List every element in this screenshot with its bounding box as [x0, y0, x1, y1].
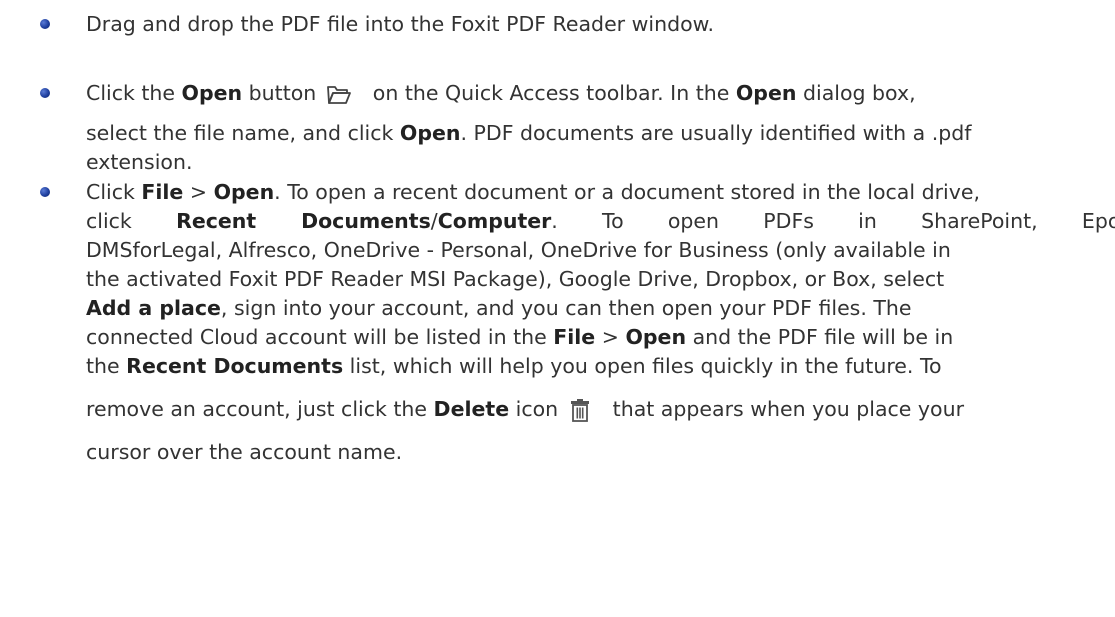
text-run: . PDF documents are usually identified w…: [460, 121, 972, 145]
text-run: dialog box,: [796, 81, 916, 105]
text-run: that appears when you place your: [606, 397, 965, 421]
bold-add-a-place: Add a place: [86, 296, 221, 320]
text-run: Click: [86, 180, 142, 204]
bullet-2-line-2: select the file name, and click Open. PD…: [86, 119, 972, 147]
bold-open: Open: [735, 81, 797, 105]
text-run: /: [430, 209, 438, 233]
text-run: cursor over the account name.: [86, 440, 403, 464]
text-run: >: [183, 180, 214, 204]
bullet-3-line-1: Click File > Open. To open a recent docu…: [86, 178, 980, 206]
bold-recent-documents: Recent Documents: [126, 354, 344, 378]
text-run: . To open a recent document or a documen…: [274, 180, 980, 204]
bold-open: Open: [399, 121, 461, 145]
bullet-3-line-8: remove an account, just click the Delete…: [86, 395, 964, 429]
text-run: remove an account, just click the: [86, 397, 434, 421]
bullet-2-line-3: extension.: [86, 148, 192, 176]
text-run: , sign into your account, and you can th…: [220, 296, 912, 320]
text-run: icon: [509, 397, 559, 421]
bullet-3-line-5: Add a place, sign into your account, and…: [86, 294, 912, 322]
text-run: the activated Foxit PDF Reader MSI Packa…: [86, 267, 945, 291]
bullet-3-line-4: the activated Foxit PDF Reader MSI Packa…: [86, 265, 944, 293]
text-run: click: [86, 209, 177, 233]
bold-file: File: [553, 325, 596, 349]
text-run: on the Quick Access toolbar. In the: [366, 81, 736, 105]
bullet-point-3: [40, 187, 50, 197]
bullet-3-line-7: the Recent Documents list, which will he…: [86, 352, 942, 380]
text-run: extension.: [86, 150, 193, 174]
text-run: and the PDF file will be in: [686, 325, 954, 349]
bullet-point-1: [40, 19, 50, 29]
bold-open: Open: [625, 325, 687, 349]
text-run: Click the: [86, 81, 182, 105]
bullet-3-line-6: connected Cloud account will be listed i…: [86, 323, 953, 351]
bullet-3-line-3: DMSforLegal, Alfresco, OneDrive - Person…: [86, 236, 951, 264]
document-page: Drag and drop the PDF file into the Foxi…: [0, 0, 1115, 617]
bold-computer: Computer: [437, 209, 552, 233]
text-run: connected Cloud account will be listed i…: [86, 325, 554, 349]
bullet-1-line-1: Drag and drop the PDF file into the Foxi…: [86, 10, 714, 38]
bullet-2-line-1: Click the Open button on the Quick Acces…: [86, 79, 916, 113]
text-run: list, which will help you open files qui…: [343, 354, 942, 378]
text-run: DMSforLegal, Alfresco, OneDrive - Person…: [86, 238, 951, 262]
bullet-3-line-2: click Recent Documents/Computer. To open…: [86, 207, 1115, 235]
bullet-3-line-9: cursor over the account name.: [86, 438, 402, 466]
folder-open-icon: [326, 84, 352, 113]
bullet-point-2: [40, 88, 50, 98]
text-run: the: [86, 354, 127, 378]
trash-delete-icon: [568, 398, 592, 429]
text-run: select the file name, and click: [86, 121, 400, 145]
bold-open: Open: [213, 180, 275, 204]
bold-delete: Delete: [433, 397, 510, 421]
text-run: . To open PDFs in SharePoint, Epona: [551, 209, 1115, 233]
text-run: >: [595, 325, 626, 349]
text-run: button: [242, 81, 317, 105]
bullet-1-text: Drag and drop the PDF file into the Foxi…: [86, 12, 715, 36]
bold-open: Open: [181, 81, 243, 105]
bold-recent-documents: Recent Documents: [176, 209, 431, 233]
bold-file: File: [141, 180, 184, 204]
